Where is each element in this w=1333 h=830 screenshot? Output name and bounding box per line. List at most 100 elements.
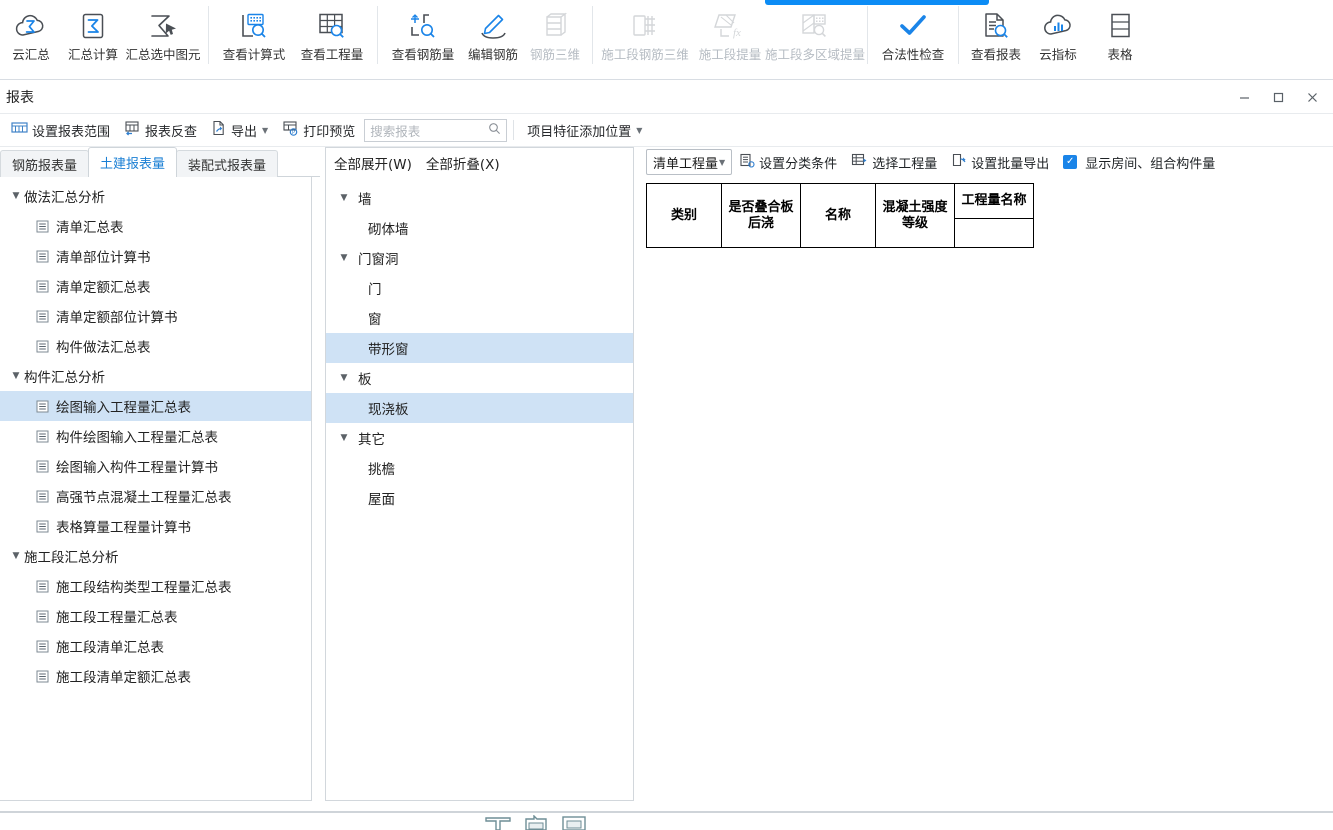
tree-item-label: 构件汇总分析 [24,370,105,386]
caret-down-icon[interactable]: ▼ [8,191,24,201]
tree-group[interactable]: ▼ 做法汇总分析 [0,181,311,211]
component-group[interactable]: ▼ 墙 [326,183,633,213]
tab-active-1[interactable]: 土建报表量 [88,147,178,177]
component-item[interactable]: 门 [326,273,633,303]
component-item[interactable]: 屋面 [326,483,633,513]
component-item[interactable]: 挑檐 [326,453,633,483]
report-list-container: ▼ 做法汇总分析 清单汇总表 清单部位计算书 清单定额汇总表 清单定额部位计算书 … [0,177,312,801]
set-batch-export-button[interactable]: 设置批量导出 [944,150,1056,174]
ribbon-button-view-quantity-1[interactable]: 查看工程量 [293,0,371,76]
section-fx-icon: fx [713,6,747,46]
component-label: 窗 [368,312,382,328]
ribbon-button-rebar-1[interactable]: 编辑钢筋 [462,0,524,76]
ribbon-button-rebar-0[interactable]: 查看钢筋量 [384,0,462,76]
component-group[interactable]: ▼ 其它 [326,423,633,453]
component-item[interactable]: 窗 [326,303,633,333]
ribbon-button-summary-1[interactable]: 汇总计算 [62,0,124,76]
search-report-input[interactable]: 搜索报表 [364,118,508,142]
search-icon[interactable] [488,122,501,139]
report-doc-icon [32,250,52,263]
tree-item[interactable]: 清单汇总表 [0,211,311,241]
set-report-scope-button[interactable]: 设置报表范围 [4,117,117,143]
caret-down-icon[interactable]: ▼ [336,253,352,263]
component-item[interactable]: 砌体墙 [326,213,633,243]
export-button[interactable]: 导出 ▼ [204,117,275,143]
table-column-header[interactable]: 名称 [800,183,876,248]
component-item[interactable]: 现浇板 [326,393,633,423]
ribbon-button-report-2[interactable]: 表格 [1089,0,1151,76]
component-item[interactable]: 带形窗 [326,333,633,363]
tree-item[interactable]: 清单定额部位计算书 [0,301,311,331]
tree-item-label: 构件做法汇总表 [56,340,151,356]
tree-item[interactable]: 施工段工程量汇总表 [0,601,311,631]
chevron-down-icon[interactable]: ▼ [636,126,642,135]
tree-item[interactable]: 施工段结构类型工程量汇总表 [0,571,311,601]
report-reverse-check-button[interactable]: 报表反查 [117,117,204,143]
component-group[interactable]: ▼ 板 [326,363,633,393]
tree-item-label: 施工段汇总分析 [24,550,119,566]
tree-item[interactable]: 绘图输入工程量汇总表 [0,391,311,421]
table-column-header[interactable]: 工程量名称 [954,183,1034,219]
tab-label: 钢筋报表量 [12,158,78,174]
collapse-all-button[interactable]: 全部折叠(X) [426,153,500,173]
close-icon[interactable] [1295,82,1329,112]
tree-item[interactable]: 构件做法汇总表 [0,331,311,361]
component-group[interactable]: ▼ 门窗洞 [326,243,633,273]
table-column-header[interactable]: 混凝土强度等级 [875,183,955,248]
caret-down-icon[interactable]: ▼ [336,193,352,203]
tree-item[interactable]: 构件绘图输入工程量汇总表 [0,421,311,451]
tree-item[interactable]: 绘图输入构件工程量计算书 [0,451,311,481]
ribbon-button-report-0[interactable]: 查看报表 [965,0,1027,76]
set-batch-export-label: 设置批量导出 [971,156,1050,172]
tree-item-label: 施工段清单定额汇总表 [56,670,191,686]
ribbon-button-summary-2[interactable]: 汇总选中图元 [124,0,202,76]
taskbar-app1-icon[interactable] [483,815,513,830]
tree-item[interactable]: 清单定额汇总表 [0,271,311,301]
ribbon-group-rebar: 查看钢筋量 编辑钢筋 钢筋三维 [384,0,586,78]
tree-group[interactable]: ▼ 施工段汇总分析 [0,541,311,571]
ribbon-button-check-0[interactable]: 合法性检查 [874,0,952,76]
table-header-row: 类别 是否叠合板后浇 名称 混凝土强度等级 工程量名称 [646,183,1034,248]
ribbon-button-report-1[interactable]: 云指标 [1027,0,1089,76]
component-label: 屋面 [368,492,395,508]
set-classify-condition-button[interactable]: 设置分类条件 [732,150,844,174]
tree-item[interactable]: 施工段清单汇总表 [0,631,311,661]
cloud-chart-icon [1041,6,1075,46]
show-room-combo-checkbox[interactable]: ✓ 显示房间、组合构件量 [1056,150,1222,174]
ribbon-button-label: 查看钢筋量 [391,47,455,62]
tree-item[interactable]: 清单部位计算书 [0,241,311,271]
minimize-icon[interactable] [1227,82,1261,112]
component-label: 砌体墙 [368,222,409,238]
tab-2[interactable]: 装配式报表量 [176,150,279,177]
export-label: 导出 [231,124,258,140]
tree-item[interactable]: 施工段清单定额汇总表 [0,661,311,691]
chevron-down-icon[interactable]: ▼ [719,158,725,167]
print-preview-button[interactable]: P 打印预览 [275,117,362,143]
tree-item[interactable]: 表格算量工程量计算书 [0,511,311,541]
tree-item-label: 清单定额汇总表 [56,280,151,296]
feature-position-button[interactable]: 项目特征添加位置 ▼ [520,117,649,143]
report-doc-icon [32,310,52,323]
tree-group[interactable]: ▼ 构件汇总分析 [0,361,311,391]
quantity-type-dropdown[interactable]: 清单工程量 ▼ [646,149,733,175]
ribbon-button-view-quantity-0[interactable]: 查看计算式 [215,0,293,76]
caret-down-icon[interactable]: ▼ [336,433,352,443]
caret-down-icon[interactable]: ▼ [8,371,24,381]
taskbar-app2-icon[interactable] [521,814,551,830]
ribbon-button-summary-0[interactable]: 云汇总 [0,0,62,76]
chevron-down-icon[interactable]: ▼ [262,126,268,135]
table-column-header[interactable]: 类别 [646,183,722,248]
report-category-pane: 钢筋报表量 土建报表量 装配式报表量 ▼ 做法汇总分析 清单汇总表 清单部位计算书 清… [0,147,320,811]
tree-item[interactable]: 高强节点混凝土工程量汇总表 [0,481,311,511]
table-column-header[interactable]: 是否叠合板后浇 [721,183,801,248]
tab-0[interactable]: 钢筋报表量 [0,150,90,177]
taskbar-app3-icon[interactable] [559,815,589,830]
show-room-combo-label: 显示房间、组合构件量 [1085,156,1216,172]
caret-down-icon[interactable]: ▼ [8,551,24,561]
caret-down-icon[interactable]: ▼ [336,373,352,383]
sigma-cursor-icon [146,6,180,46]
tree-item-label: 表格算量工程量计算书 [56,520,191,536]
select-quantity-button[interactable]: 选择工程量 [844,150,944,174]
maximize-icon[interactable] [1261,82,1295,112]
expand-all-button[interactable]: 全部展开(W) [334,153,412,173]
